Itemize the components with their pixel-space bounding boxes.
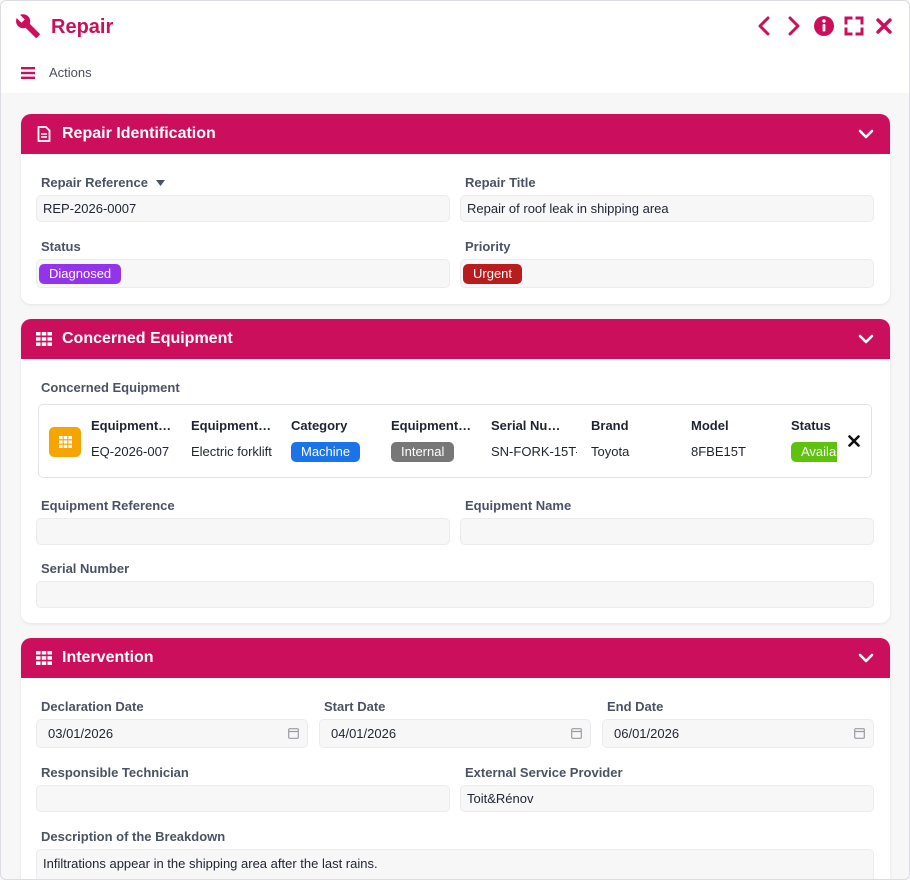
column-header: Model — [691, 418, 729, 433]
equipment-status-badge: Available — [791, 442, 837, 462]
remove-equipment-button[interactable] — [845, 431, 863, 451]
collapse-chevron-icon[interactable] — [856, 648, 876, 668]
page-title: Repair — [51, 15, 114, 38]
equipment-ref-column: Equipment… EQ-2026-007 — [91, 418, 177, 464]
grid-icon — [35, 649, 53, 667]
priority-label: Priority — [465, 239, 511, 254]
declaration-date-label: Declaration Date — [41, 699, 144, 714]
equipment-name-value: Electric forklift — [191, 444, 272, 459]
info-icon — [814, 16, 834, 36]
grid-icon — [58, 436, 72, 448]
column-header: Equipment… — [391, 418, 472, 433]
ownership-badge: Internal — [391, 442, 455, 462]
breakdown-description-label: Description of the Breakdown — [41, 829, 226, 844]
info-button[interactable] — [813, 14, 835, 38]
header: Repair Actions — [1, 1, 909, 93]
concerned-equipment-label: Concerned Equipment — [41, 380, 180, 395]
close-icon — [848, 435, 860, 447]
repair-reference-label[interactable]: Repair Reference — [41, 175, 165, 190]
model-value: 8FBE15T — [691, 444, 746, 459]
app-title: Repair — [15, 13, 113, 41]
close-icon — [876, 18, 892, 34]
brand-value: Toyota — [591, 444, 630, 459]
equipment-name-label: Equipment Name — [465, 498, 572, 513]
end-date-label: End Date — [607, 699, 664, 714]
collapse-chevron-icon[interactable] — [856, 329, 876, 349]
equipment-list-item[interactable]: Equipment… EQ-2026-007 Equipment… Electr… — [38, 404, 872, 478]
status-badge: Diagnosed — [39, 263, 122, 284]
column-header: Serial Nu… — [491, 418, 561, 433]
collapse-chevron-icon[interactable] — [856, 124, 876, 144]
priority-field[interactable]: Urgent — [460, 259, 874, 288]
calendar-icon[interactable] — [854, 727, 865, 739]
window-controls — [753, 14, 895, 38]
brand-column: Brand Toyota — [591, 418, 677, 464]
repair-title-label: Repair Title — [465, 175, 536, 190]
actions-menu[interactable]: Actions — [21, 65, 92, 80]
status-column: Status Available — [791, 418, 837, 464]
column-header: Brand — [591, 418, 629, 433]
ownership-column: Equipment… Internal — [391, 418, 477, 464]
intervention-section: Intervention Declaration Date 03/01/2026… — [21, 638, 890, 879]
serial-value: SN-FORK-15T- — [491, 444, 577, 459]
wrench-icon — [15, 13, 41, 42]
fullscreen-button[interactable] — [843, 14, 865, 38]
close-button[interactable] — [873, 14, 895, 38]
section-title: Concerned Equipment — [62, 330, 233, 347]
status-field[interactable]: Diagnosed — [36, 259, 450, 288]
chevron-right-icon — [788, 16, 800, 36]
previous-button[interactable] — [753, 14, 775, 38]
external-provider-label: External Service Provider — [465, 765, 623, 780]
serial-column: Serial Nu… SN-FORK-15T- — [491, 418, 577, 464]
equipment-reference-field[interactable] — [36, 518, 450, 545]
column-header: Category — [291, 418, 348, 433]
end-date-field[interactable]: 06/01/2026 — [602, 719, 874, 748]
breakdown-description-field[interactable]: Infiltrations appear in the shipping are… — [36, 849, 874, 879]
chevron-left-icon — [758, 16, 770, 36]
declaration-date-field[interactable]: 03/01/2026 — [36, 719, 308, 748]
repair-identification-header[interactable]: Repair Identification — [21, 114, 890, 154]
column-header: Equipment… — [91, 418, 172, 433]
repair-window: Repair Actions Repair Identification Rep… — [0, 0, 910, 880]
sort-caret-icon — [155, 179, 165, 186]
actions-label: Actions — [49, 65, 92, 80]
responsible-technician-field[interactable] — [36, 785, 450, 812]
equipment-ref-value: EQ-2026-007 — [91, 444, 170, 459]
next-button[interactable] — [783, 14, 805, 38]
serial-number-field[interactable] — [36, 581, 874, 608]
calendar-icon[interactable] — [571, 727, 582, 739]
document-icon — [35, 125, 53, 143]
start-date-label: Start Date — [324, 699, 386, 714]
hamburger-menu-icon — [21, 66, 35, 79]
column-header: Status — [791, 418, 831, 433]
repair-identification-section: Repair Identification Repair Reference R… — [21, 114, 890, 304]
section-title: Intervention — [62, 649, 154, 666]
column-header: Equipment… — [191, 418, 272, 433]
category-badge: Machine — [291, 442, 361, 462]
model-column: Model 8FBE15T — [691, 418, 777, 464]
section-title: Repair Identification — [62, 125, 216, 142]
equipment-name-column: Equipment… Electric forklift — [191, 418, 277, 464]
category-column: Category Machine — [291, 418, 381, 464]
concerned-equipment-header[interactable]: Concerned Equipment — [21, 319, 890, 359]
calendar-icon[interactable] — [288, 727, 299, 739]
equipment-reference-label: Equipment Reference — [41, 498, 175, 513]
external-provider-field[interactable]: Toit&Rénov — [460, 785, 874, 812]
start-date-field[interactable]: 04/01/2026 — [319, 719, 591, 748]
responsible-technician-label: Responsible Technician — [41, 765, 189, 780]
intervention-header[interactable]: Intervention — [21, 638, 890, 678]
equipment-name-field[interactable] — [460, 518, 874, 545]
grid-icon — [35, 330, 53, 348]
priority-badge: Urgent — [463, 263, 523, 284]
equipment-thumbnail — [49, 427, 81, 457]
repair-title-field[interactable]: Repair of roof leak in shipping area — [460, 195, 874, 222]
repair-reference-field[interactable]: REP-2026-0007 — [36, 195, 450, 222]
status-label: Status — [41, 239, 81, 254]
expand-icon — [844, 16, 864, 36]
serial-number-label: Serial Number — [41, 561, 130, 576]
concerned-equipment-section: Concerned Equipment Concerned Equipment … — [21, 319, 890, 623]
